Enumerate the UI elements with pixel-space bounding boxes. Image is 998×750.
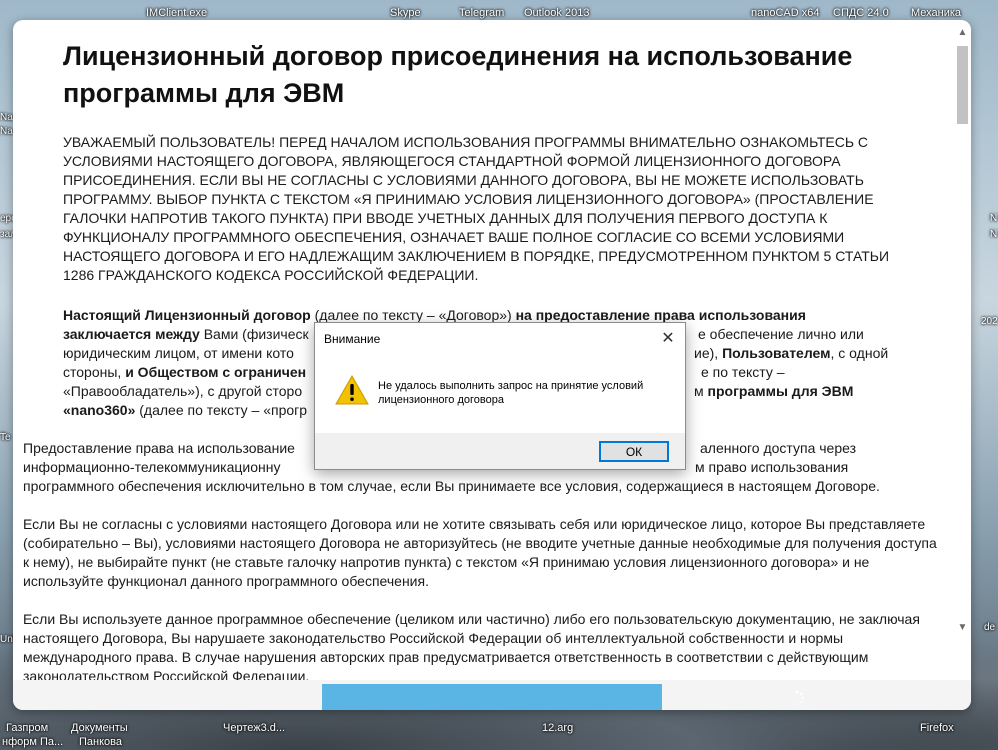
bold-text: заключается между <box>63 326 200 342</box>
desktop-icon-label[interactable]: нформ Па... <box>2 736 63 749</box>
ok-button[interactable]: ОК <box>599 441 669 462</box>
page-title: Лицензионный договор присоединения на ис… <box>63 41 853 108</box>
bold-text: Пользователем <box>722 345 831 361</box>
bold-text: «nano360» <box>63 402 136 418</box>
desktop-fragment: Na <box>0 112 13 123</box>
desktop-fragment: 202 <box>981 316 998 327</box>
text-line: ие), Пользователем, с одной <box>694 344 888 363</box>
loading-spinner-icon <box>790 690 805 706</box>
scroll-up-arrow-icon[interactable]: ▲ <box>954 24 971 41</box>
dialog-title: Внимание <box>324 332 381 346</box>
text-line: стороны, и Обществом с ограничен <box>63 363 306 382</box>
vertical-scrollbar[interactable]: ▲ ▼ <box>954 20 971 680</box>
warning-icon <box>335 374 369 405</box>
scroll-down-arrow-icon[interactable]: ▼ <box>954 619 971 636</box>
desktop-icon-label[interactable]: Документы <box>71 722 128 735</box>
text-line: е обеспечение лично или <box>698 326 864 342</box>
dialog-footer: ОК <box>315 433 685 469</box>
desktop-icon-label[interactable]: Outlook 2013 <box>524 7 589 19</box>
dialog-body: Не удалось выполнить запрос на принятие … <box>315 355 685 433</box>
desktop-top-icon-labels: IMClient.exe Skype Telegram Outlook 2013… <box>0 0 998 22</box>
desktop-fragment: N <box>990 229 998 240</box>
text: (далее по тексту – «Договор») <box>310 307 516 323</box>
warning-dialog: Внимание ✕ Не удалось выполнить запрос н… <box>314 322 686 470</box>
desktop-icon-label[interactable]: 12.arg <box>542 722 573 735</box>
bold-text: программы для ЭВМ <box>707 383 854 399</box>
desktop-fragment: de <box>984 622 996 633</box>
close-icon[interactable]: ✕ <box>657 328 679 350</box>
desktop-icon-label[interactable]: СПДС 24.0 <box>833 7 889 19</box>
desktop-icon-label[interactable]: Чертеж3.d... <box>223 722 285 735</box>
text: (далее по тексту – «прогр <box>135 402 308 418</box>
bold-text: и Обществом с ограничен <box>125 364 307 380</box>
scrollbar-thumb[interactable] <box>957 46 968 124</box>
text-line: юридическим лицом, от имени кото <box>63 345 294 361</box>
desktop-icon-label[interactable]: Telegram <box>459 7 504 19</box>
text-line: м право использования <box>695 459 849 475</box>
license-violation-paragraph: Если Вы используете данное программное о… <box>23 611 920 680</box>
license-intro-paragraph: УВАЖАЕМЫЙ ПОЛЬЗОВАТЕЛЬ! ПЕРЕД НАЧАЛОМ ИС… <box>63 134 889 283</box>
window-footer <box>13 680 971 710</box>
text-line: программного обеспечения исключительно в… <box>23 478 880 494</box>
accept-license-button[interactable] <box>322 684 805 710</box>
text-line: заключается между Вами (физическ <box>63 325 309 344</box>
bold-text: на предоставление права использования <box>515 307 806 323</box>
desktop-icon-label[interactable]: Панкова <box>79 736 122 749</box>
text: стороны, <box>63 364 126 380</box>
dialog-message: Не удалось выполнить запрос на принятие … <box>378 380 644 406</box>
text: Вами (физическ <box>199 326 309 342</box>
dialog-titlebar[interactable]: Внимание ✕ <box>315 323 685 355</box>
text-line: «nano360» (далее по тексту – «прогр <box>63 401 307 420</box>
text-line: Предоставление права на использование <box>23 440 295 456</box>
desktop-fragment: Te <box>0 432 11 443</box>
text: ие), <box>694 345 723 361</box>
text: м <box>694 383 708 399</box>
text-line: м программы для ЭВМ <box>694 382 853 401</box>
desktop-icon-label[interactable]: IMClient.exe <box>146 7 207 19</box>
bold-text: Настоящий Лицензионный договор <box>63 307 311 323</box>
text: , с одной <box>830 345 889 361</box>
text-line: е по тексту – <box>701 364 785 380</box>
license-refusal-paragraph: Если Вы не согласны с условиями настояще… <box>23 516 937 589</box>
text-line: информационно-телекоммуникационну <box>23 459 281 475</box>
desktop-icon-label[interactable]: Skype <box>390 7 421 19</box>
desktop-icon-label[interactable]: Газпром <box>6 722 48 735</box>
text-line: аленного доступа через <box>700 440 857 456</box>
desktop-fragment: Na <box>0 126 13 137</box>
desktop-bottom-icon-labels: Газпром нформ Па... Документы Панкова Че… <box>0 718 998 750</box>
desktop-icon-label[interactable]: nanoCAD x64 <box>751 7 820 19</box>
text-line: «Правообладатель»), с другой сторо <box>63 383 303 399</box>
desktop-fragment: N <box>990 213 998 224</box>
desktop-icon-label[interactable]: Механика <box>911 7 961 19</box>
desktop-icon-label[interactable]: Firefox <box>920 722 954 735</box>
